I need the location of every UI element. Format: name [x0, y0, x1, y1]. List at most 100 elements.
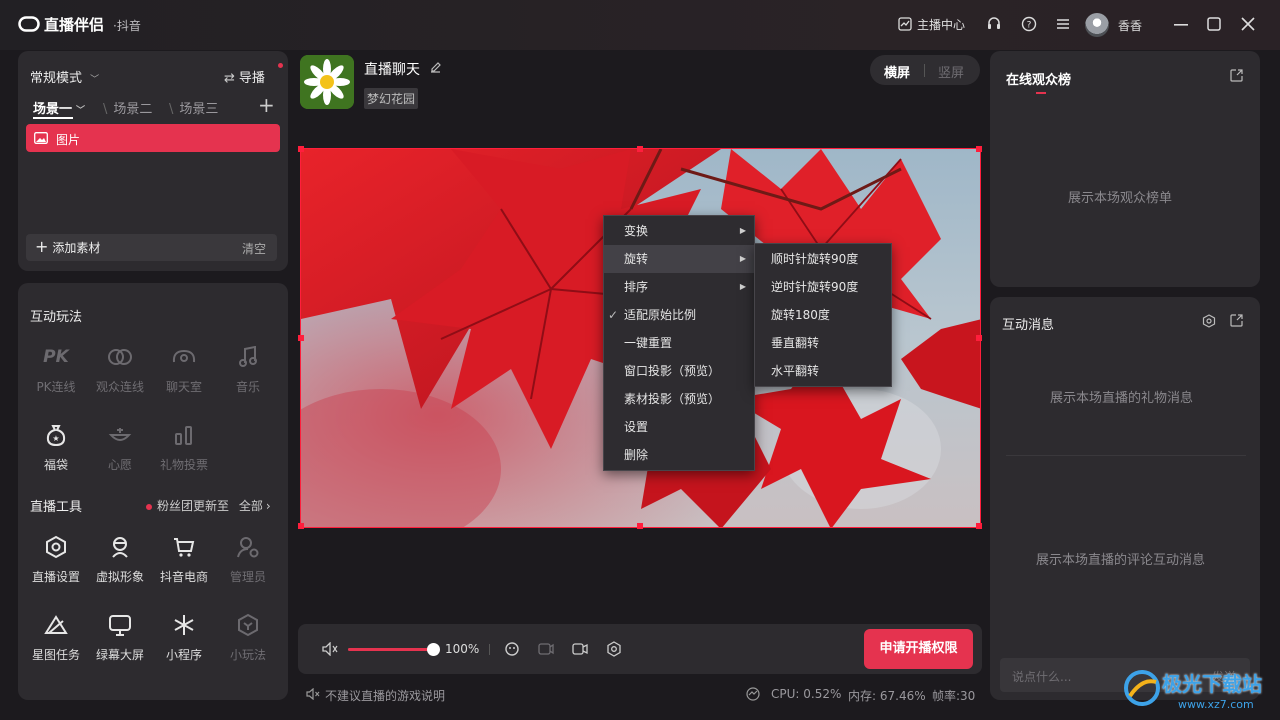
popout-icon[interactable] — [1230, 69, 1243, 82]
resize-handle[interactable] — [298, 523, 304, 529]
live-settings-button[interactable]: 直播设置 — [26, 532, 86, 585]
tab-scene-1-label: 场景一 — [33, 102, 73, 117]
tab-scene-3[interactable]: \ 场景三 — [169, 98, 218, 117]
menu-item-settings[interactable]: 设置 — [604, 413, 754, 441]
mini-game-button[interactable]: 小玩法 — [218, 610, 278, 663]
apply-live-button[interactable]: 申请开播权限 — [864, 629, 973, 669]
volume-slider[interactable] — [348, 643, 440, 656]
menu-item-window-projection[interactable]: 窗口投影（预览） — [604, 357, 754, 385]
add-source-bar: + 添加素材 清空 — [26, 234, 277, 261]
submenu-rotate-ccw[interactable]: 逆时针旋转90度 — [755, 273, 891, 301]
source-item-image[interactable]: 图片 — [26, 124, 280, 152]
green-screen-button[interactable]: 绿幕大屏 — [90, 610, 150, 663]
chatroom-icon — [154, 342, 214, 372]
camera-off-icon[interactable] — [538, 642, 554, 656]
game-warning-link[interactable]: 不建议直播的游戏说明 — [325, 687, 445, 704]
fan-club-notice[interactable]: 粉丝团更新至 全部 › — [146, 497, 271, 514]
comment-empty-text: 展示本场直播的评论互动消息 — [1036, 553, 1206, 568]
help-icon[interactable]: ? — [1021, 16, 1037, 32]
resize-handle[interactable] — [298, 146, 304, 152]
menu-item-order-label: 排序 — [624, 280, 649, 294]
resize-handle[interactable] — [637, 523, 643, 529]
mode-selector[interactable]: 常规模式 ﹀ — [30, 67, 99, 86]
mini-program-button[interactable]: 小程序 — [154, 610, 214, 663]
live-tools-title: 直播工具 — [30, 500, 83, 515]
resize-handle[interactable] — [976, 146, 982, 152]
star-task-button[interactable]: 星图任务 — [26, 610, 86, 663]
caret-right-icon: ▶ — [739, 254, 746, 263]
menu-item-source-projection[interactable]: 素材投影（预览） — [604, 385, 754, 413]
user-avatar[interactable] — [1085, 13, 1109, 37]
music-button[interactable]: 音乐 — [218, 342, 278, 395]
tab-underline — [33, 117, 73, 119]
caret-right-icon: ▶ — [739, 282, 746, 291]
admin-button[interactable]: 管理员 — [218, 532, 278, 585]
anchor-center-link[interactable]: 主播中心 — [917, 16, 965, 33]
tab-scene-2[interactable]: \ 场景二 — [103, 98, 152, 117]
pk-button[interactable]: PK PK连线 — [26, 342, 86, 395]
submenu-rotate-cw[interactable]: 顺时针旋转90度 — [755, 245, 891, 273]
anchor-center-icon[interactable] — [898, 17, 912, 31]
watermark: 极光下载站 www.xz7.com — [1120, 662, 1280, 718]
mute-warning-icon — [306, 688, 320, 700]
popout-icon[interactable] — [1230, 314, 1243, 327]
lucky-bag-label: 福袋 — [43, 458, 68, 472]
resize-handle[interactable] — [298, 335, 304, 341]
mini-program-icon — [154, 610, 214, 640]
tab-scene-1[interactable]: 场景一 ﹀ — [33, 98, 85, 117]
maximize-icon[interactable] — [1207, 17, 1221, 31]
close-icon[interactable] — [1241, 17, 1255, 31]
stream-cover[interactable] — [300, 55, 354, 109]
username[interactable]: 香香 — [1118, 17, 1142, 34]
video-icon[interactable] — [572, 642, 588, 656]
all-link[interactable]: 全部 — [239, 499, 263, 513]
mini-program-label: 小程序 — [165, 648, 202, 662]
menu-item-fit-ratio-label: 适配原始比例 — [624, 308, 697, 322]
menu-item-rotate-label: 旋转 — [624, 252, 649, 266]
admin-label: 管理员 — [229, 570, 266, 584]
menu-item-rotate[interactable]: 旋转 ▶ — [604, 245, 754, 273]
audience-link-button[interactable]: 观众连线 — [90, 342, 150, 395]
add-scene-icon[interactable]: + — [258, 95, 275, 115]
headset-icon[interactable] — [986, 16, 1002, 32]
submenu-flip-vertical[interactable]: 垂直翻转 — [755, 329, 891, 357]
guide-button[interactable]: ⇄ 导播 — [224, 67, 265, 86]
resize-handle[interactable] — [976, 335, 982, 341]
menu-item-fit-ratio[interactable]: ✓ 适配原始比例 — [604, 301, 754, 329]
settings-icon[interactable] — [606, 641, 622, 657]
menu-item-order[interactable]: 排序 ▶ — [604, 273, 754, 301]
separator: \ — [169, 102, 174, 117]
rotate-submenu: 顺时针旋转90度 逆时针旋转90度 旋转180度 垂直翻转 水平翻转 — [754, 243, 892, 387]
live-settings-icon — [26, 532, 86, 562]
resize-handle[interactable] — [976, 523, 982, 529]
chatroom-button[interactable]: 聊天室 — [154, 342, 214, 395]
add-source-button[interactable]: + 添加素材 — [35, 239, 100, 256]
gift-vote-button[interactable]: 礼物投票 — [154, 420, 214, 473]
edit-icon[interactable] — [429, 61, 442, 74]
menu-item-transform[interactable]: 变换 ▶ — [604, 217, 754, 245]
clear-button[interactable]: 清空 — [242, 240, 266, 257]
menu-icon[interactable] — [1056, 17, 1070, 31]
volume-knob[interactable] — [427, 643, 440, 656]
message-settings-icon[interactable] — [1202, 314, 1216, 328]
resize-handle[interactable] — [637, 146, 643, 152]
landscape-button[interactable]: 横屏 — [884, 62, 910, 81]
ecommerce-button[interactable]: 抖音电商 — [154, 532, 214, 585]
wish-button[interactable]: 心愿 — [90, 420, 150, 473]
minimize-icon[interactable] — [1174, 24, 1188, 26]
separator: \ — [103, 102, 108, 117]
star-task-label: 星图任务 — [31, 648, 80, 662]
pk-icon: PK — [43, 347, 69, 367]
menu-item-reset[interactable]: 一键重置 — [604, 329, 754, 357]
beauty-icon[interactable] — [504, 641, 520, 657]
submenu-flip-horizontal[interactable]: 水平翻转 — [755, 357, 891, 385]
menu-item-delete[interactable]: 删除 — [604, 441, 754, 469]
avatar-button[interactable]: 虚拟形象 — [90, 532, 150, 585]
add-source-label: 添加素材 — [52, 241, 101, 255]
lucky-bag-button[interactable]: ★ 福袋 — [26, 420, 86, 473]
portrait-button[interactable]: 竖屏 — [938, 62, 964, 81]
speaker-icon[interactable] — [322, 642, 338, 656]
gift-empty-text: 展示本场直播的礼物消息 — [1050, 391, 1194, 406]
mini-game-label: 小玩法 — [229, 648, 266, 662]
submenu-rotate-180[interactable]: 旋转180度 — [755, 301, 891, 329]
